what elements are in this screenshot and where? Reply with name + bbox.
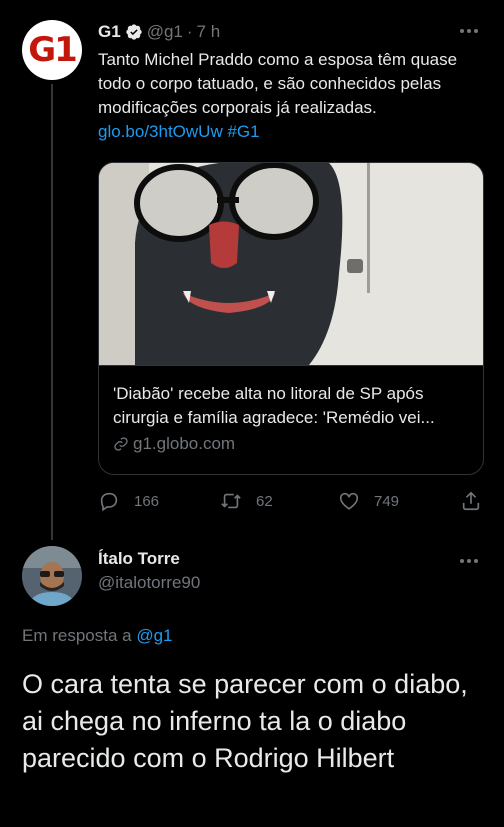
tweet-header: G1 @g1 · 7 h bbox=[98, 20, 220, 44]
reply-header: Ítalo Torre @italotorre90 bbox=[98, 548, 200, 596]
heart-icon bbox=[339, 492, 359, 510]
more-options-icon[interactable] bbox=[458, 24, 480, 38]
avatar-illustration bbox=[22, 546, 82, 606]
retweet-count: 62 bbox=[256, 492, 273, 510]
verified-badge-icon bbox=[126, 24, 142, 40]
author-name[interactable]: G1 bbox=[98, 22, 121, 42]
reply-author-handle[interactable]: @italotorre90 bbox=[98, 570, 200, 596]
card-domain-row: g1.globo.com bbox=[113, 434, 469, 454]
link-preview-card[interactable]: 'Diabão' recebe alta no litoral de SP ap… bbox=[98, 162, 484, 475]
card-title: 'Diabão' recebe alta no litoral de SP ap… bbox=[113, 384, 435, 427]
reply-tweet[interactable]: Ítalo Torre @italotorre90 Em resposta a … bbox=[0, 540, 504, 827]
replying-to-handle[interactable]: @g1 bbox=[136, 626, 172, 645]
tweet-text: Tanto Michel Praddo como a esposa têm qu… bbox=[98, 48, 488, 144]
reply-count: 166 bbox=[134, 492, 160, 510]
reply-button[interactable]: 166 bbox=[98, 490, 159, 512]
tweet-actions: 166 62 749 bbox=[98, 490, 488, 516]
g1-logo: G1 bbox=[28, 30, 78, 70]
like-button[interactable]: 749 bbox=[338, 490, 399, 512]
author-handle[interactable]: @g1 bbox=[147, 22, 183, 42]
dot-separator: · bbox=[186, 22, 193, 41]
tweet-body: Tanto Michel Praddo como a esposa têm qu… bbox=[98, 50, 458, 117]
like-count: 749 bbox=[374, 492, 400, 510]
retweet-button[interactable]: 62 bbox=[220, 490, 273, 512]
retweet-icon bbox=[221, 493, 241, 509]
tweet-time[interactable]: 7 h bbox=[197, 22, 221, 42]
reply-author-name[interactable]: Ítalo Torre bbox=[98, 548, 200, 570]
card-meta: 'Diabão' recebe alta no litoral de SP ap… bbox=[99, 365, 483, 474]
link-icon bbox=[114, 437, 128, 451]
thread-connector-line bbox=[51, 84, 53, 540]
more-options-icon[interactable] bbox=[458, 554, 480, 568]
tweet-hashtag[interactable]: #G1 bbox=[227, 122, 259, 141]
share-button[interactable] bbox=[460, 490, 482, 512]
card-thumbnail-image bbox=[99, 163, 483, 365]
reply-author-avatar[interactable] bbox=[22, 546, 82, 606]
tweet-link[interactable]: glo.bo/3htOwUw bbox=[98, 122, 223, 141]
card-domain: g1.globo.com bbox=[133, 434, 236, 453]
share-icon bbox=[462, 491, 480, 511]
reply-icon bbox=[100, 492, 118, 512]
replying-to: Em resposta a @g1 bbox=[22, 626, 173, 646]
reply-text: O cara tenta se parecer com o diabo, ai … bbox=[22, 669, 468, 773]
original-tweet[interactable]: G1 G1 @g1 · 7 h Tanto Michel Praddo como… bbox=[0, 0, 504, 540]
thumbnail-illustration bbox=[99, 163, 483, 365]
author-avatar[interactable]: G1 bbox=[22, 20, 82, 80]
replying-to-label: Em resposta a bbox=[22, 626, 132, 645]
